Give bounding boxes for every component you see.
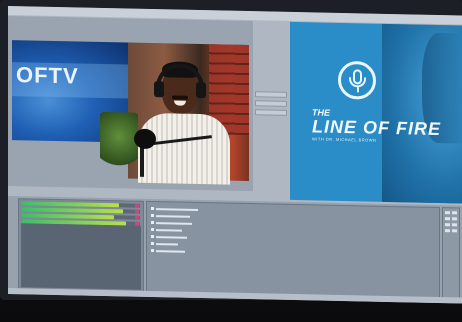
- visibility-icon[interactable]: [151, 206, 154, 211]
- meter-peak: [135, 209, 139, 214]
- sources-panel: [146, 200, 440, 300]
- control-row[interactable]: [445, 223, 457, 227]
- control-row[interactable]: [445, 211, 457, 215]
- sources-list: [151, 206, 198, 256]
- show-title-line2: LINE OF FIRE: [312, 116, 441, 140]
- meter-peak: [135, 203, 139, 208]
- meter-peak: [135, 215, 139, 220]
- studio-microphone: [134, 128, 156, 150]
- visibility-icon[interactable]: [151, 227, 154, 232]
- source-label: [156, 207, 198, 211]
- control-icon[interactable]: [452, 223, 457, 227]
- source-item[interactable]: [151, 227, 198, 233]
- plant: [100, 111, 138, 173]
- visibility-icon[interactable]: [151, 241, 154, 246]
- visibility-icon[interactable]: [151, 248, 154, 253]
- headphone-cup: [196, 81, 206, 99]
- source-label: [156, 249, 185, 253]
- source-item[interactable]: [151, 248, 198, 254]
- control-icon[interactable]: [445, 229, 450, 233]
- source-item[interactable]: [151, 213, 198, 219]
- source-item[interactable]: [151, 234, 198, 240]
- source-label: [156, 242, 178, 246]
- source-label: [156, 214, 190, 218]
- mic-cup: [349, 77, 366, 88]
- show-subtitle: WITH DR. MICHAEL BROWN: [312, 136, 377, 143]
- host-camera-feed: [100, 42, 249, 185]
- source-label: [156, 228, 182, 232]
- control-icon[interactable]: [452, 229, 457, 233]
- meter-fill: [22, 213, 115, 220]
- source-label: [156, 235, 187, 239]
- control-icon[interactable]: [445, 223, 450, 227]
- source-item[interactable]: [151, 241, 198, 247]
- transition-button[interactable]: [255, 109, 287, 116]
- screen: OFTV THE LINE OF FIRE WITH DR. MICHAEL B…: [8, 6, 462, 304]
- transition-controls: [255, 91, 287, 122]
- control-row[interactable]: [445, 217, 457, 221]
- control-icon[interactable]: [452, 211, 457, 215]
- microphone-icon: [338, 60, 376, 100]
- bottom-dock: [8, 196, 462, 304]
- scene-list[interactable]: [21, 223, 141, 290]
- mic-stem: [357, 87, 359, 93]
- transition-button[interactable]: [255, 91, 287, 98]
- control-row[interactable]: [445, 229, 457, 233]
- transition-button[interactable]: [255, 100, 287, 107]
- show-title: THE LINE OF FIRE: [312, 107, 441, 140]
- meter-fill: [22, 207, 124, 214]
- control-icon[interactable]: [445, 217, 450, 221]
- headphone-cup: [154, 81, 164, 98]
- visibility-icon[interactable]: [151, 213, 154, 218]
- meter-fill: [22, 201, 119, 208]
- host-shirt: [138, 112, 230, 185]
- visibility-icon[interactable]: [151, 234, 154, 239]
- control-icon[interactable]: [452, 217, 457, 221]
- source-item[interactable]: [151, 220, 198, 226]
- audio-mixer-panel: [18, 198, 144, 293]
- host-mustache: [172, 95, 188, 100]
- visibility-icon[interactable]: [151, 220, 154, 225]
- control-icon[interactable]: [445, 211, 450, 215]
- program-view[interactable]: OFTV: [8, 16, 253, 192]
- oftv-logo: OFTV: [16, 62, 79, 89]
- controls-sidebar: [442, 207, 460, 300]
- mic-stand: [140, 146, 144, 177]
- preview-view[interactable]: THE LINE OF FIRE WITH DR. MICHAEL BROWN: [290, 21, 462, 204]
- source-label: [156, 221, 192, 225]
- source-item[interactable]: [151, 206, 198, 212]
